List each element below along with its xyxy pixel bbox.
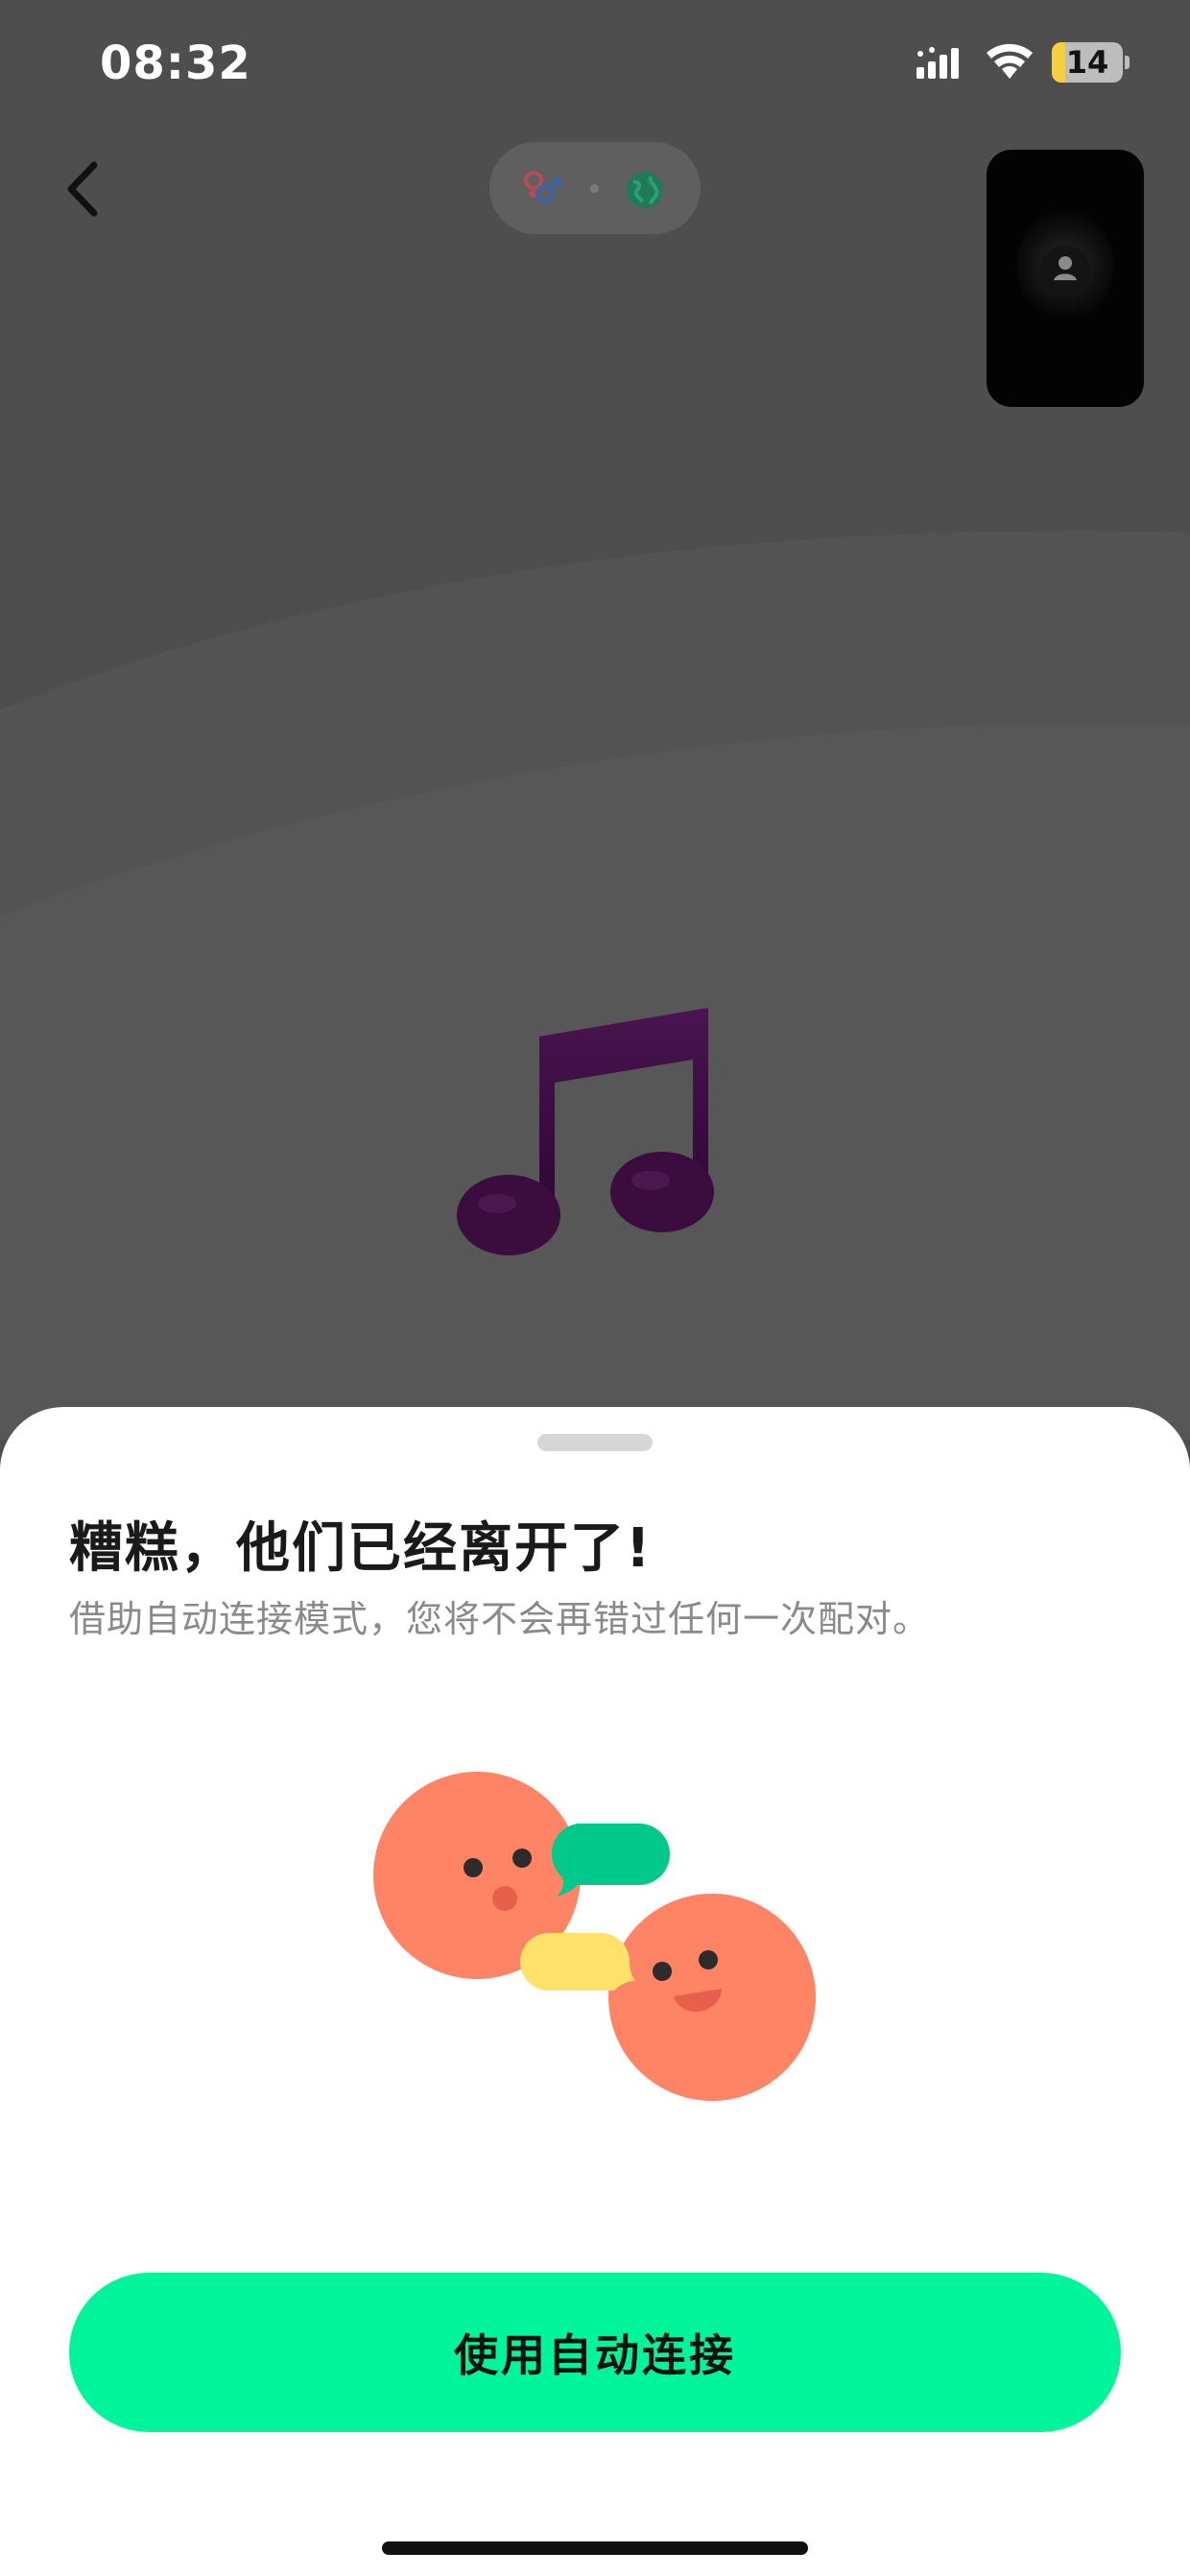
- status-bar: 08:32 14: [0, 0, 1190, 134]
- home-indicator: [382, 2541, 808, 2555]
- match-filter-pill[interactable]: [489, 142, 701, 234]
- back-button[interactable]: [56, 155, 113, 223]
- wifi-icon: [987, 43, 1033, 79]
- chevron-left-icon: [67, 161, 98, 217]
- cellular-signal-icon: [916, 47, 959, 79]
- gender-icon: [524, 171, 561, 203]
- use-auto-connect-button[interactable]: 使用自动连接: [69, 2273, 1121, 2432]
- self-camera-preview[interactable]: [987, 150, 1144, 407]
- sheet-drag-handle[interactable]: [537, 1434, 653, 1451]
- user-silhouette-icon: [1040, 246, 1090, 296]
- use-auto-connect-button-label: 使用自动连接: [454, 2330, 736, 2380]
- sheet-subtitle: 借助自动连接模式，您将不会再错过任何一次配对。: [69, 1598, 931, 1640]
- green-speech-bubble: [551, 1824, 670, 1896]
- battery-icon: 14: [1052, 42, 1123, 83]
- pill-separator-dot: [590, 184, 599, 193]
- battery-cap: [1125, 56, 1130, 69]
- battery-level: 14: [1065, 44, 1109, 81]
- yellow-speech-bubble: [520, 1933, 635, 1991]
- globe-icon: [627, 172, 663, 208]
- status-time: 08:32: [100, 36, 251, 90]
- music-note-icon: [457, 1008, 714, 1255]
- sheet-title: 糟糕，他们已经离开了!: [69, 1517, 653, 1580]
- chat-faces-illustration: [373, 1772, 816, 2101]
- screen: 08:32 14 糟糕，他们已经离开了! 借助自动连接模式，您将不会再错过任何一…: [0, 0, 1190, 2576]
- auto-connect-sheet: 糟糕，他们已经离开了! 借助自动连接模式，您将不会再错过任何一次配对。 使用自动…: [0, 1407, 1190, 2576]
